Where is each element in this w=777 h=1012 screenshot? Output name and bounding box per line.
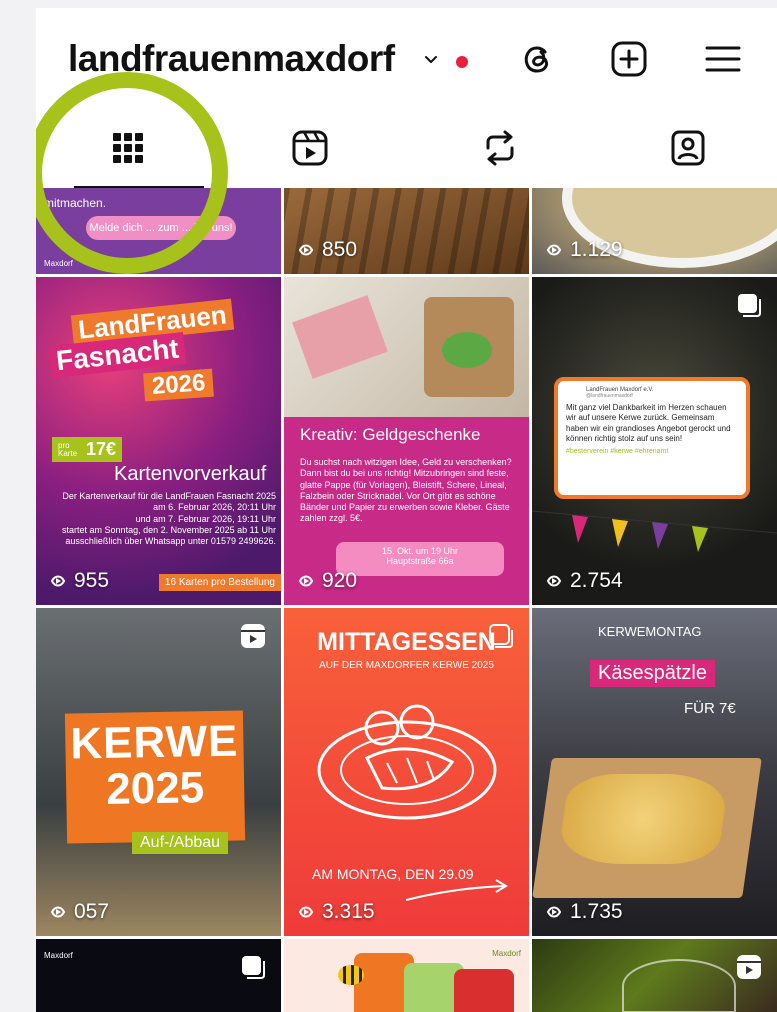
shirt-red [454, 969, 514, 1012]
post-tile[interactable]: 1.129 [532, 188, 777, 274]
repost-icon[interactable] [480, 128, 520, 168]
frog-figure [442, 332, 492, 368]
event-pill: 15. Okt. um 19 Uhr Hauptstraße 66a [336, 542, 504, 576]
view-count: 1.735 [544, 900, 623, 924]
tagged-icon[interactable] [668, 128, 708, 168]
watermark: Maxdorf [44, 259, 73, 268]
watermark: Maxdorf [44, 951, 73, 960]
arrow-graphic [405, 879, 508, 901]
menu-icon[interactable] [702, 38, 744, 80]
post-tile[interactable]: Maxdorf [284, 939, 529, 1012]
watermark: Maxdorf [492, 949, 521, 958]
wine-glass [622, 959, 736, 1012]
post-tile[interactable]: KERWEMONTAG Käsespätzle FÜR 7€ 1.735 [532, 608, 777, 936]
plate-illustration [317, 704, 497, 820]
bee-sticker [338, 965, 364, 985]
folded-paper [292, 295, 388, 379]
post-tile[interactable]: Kreativ: Geldgeschenke Du suchst nach wi… [284, 277, 529, 605]
view-count: 057 [48, 900, 109, 924]
post-tile[interactable]: KERWE 2025 Auf-/Abbau 057 [36, 608, 281, 936]
reels-icon[interactable] [290, 128, 330, 168]
post-tile[interactable]: LandFrauen Maxdorf e.V. @landfrauenmaxdo… [532, 277, 777, 605]
post-headline: Kreativ: Geldgeschenke [300, 425, 481, 444]
reel-play-icon [546, 575, 562, 587]
carousel-icon [242, 956, 265, 979]
post-subtitle: AUF DER MAXDORFER KERWE 2025 [319, 660, 494, 671]
subtitle-bar: Auf-/Abbau [132, 832, 229, 854]
post-tile[interactable] [532, 939, 777, 1012]
view-count: 920 [296, 569, 357, 593]
reel-play-icon [298, 906, 314, 918]
view-count: 3.315 [296, 900, 375, 924]
food-tray [532, 758, 762, 898]
chevron-down-icon[interactable] [423, 52, 439, 68]
reel-play-icon [298, 575, 314, 587]
post-tile[interactable]: LandFrauen Fasnacht 2026 pro Karte 17€ K… [36, 277, 281, 605]
post-body: Du suchst nach witzigen Idee, Geld zu ve… [300, 457, 512, 524]
threads-icon[interactable] [516, 38, 558, 80]
view-count: 955 [48, 569, 109, 593]
post-tag: KERWEMONTAG [598, 624, 702, 639]
post-price: FÜR 7€ [684, 700, 736, 717]
reels-icon [737, 955, 761, 979]
post-tile[interactable]: Maxdorf [36, 939, 281, 1012]
ribbon: 16 Karten pro Bestellung [158, 574, 281, 591]
carousel-icon [738, 294, 761, 317]
reel-play-icon [546, 244, 562, 256]
reel-play-icon [546, 906, 562, 918]
reel-play-icon [298, 244, 314, 256]
price-tag: pro Karte 17€ [52, 437, 123, 462]
reel-play-icon [50, 906, 66, 918]
post-title: MITTAGESSEN [317, 628, 496, 656]
quote-card: LandFrauen Maxdorf e.V. @landfrauenmaxdo… [554, 377, 750, 499]
title-card: KERWE 2025 [64, 710, 246, 844]
reels-icon [241, 624, 265, 648]
notification-dot [456, 56, 468, 68]
post-body: Der Kartenverkauf für die LandFrauen Fas… [62, 491, 276, 546]
view-count: 2.754 [544, 569, 623, 593]
post-photo [284, 277, 529, 417]
post-tile[interactable]: MITTAGESSEN AUF DER MAXDORFER KERWE 2025… [284, 608, 529, 936]
bunting [532, 503, 777, 552]
posts-grid: mitmachen. Melde dich ... zum ... bei un… [36, 188, 777, 1012]
post-tile[interactable]: 850 [284, 188, 529, 274]
spaetzle [556, 774, 730, 864]
add-icon[interactable] [608, 38, 650, 80]
post-dish: Käsespätzle [590, 660, 715, 687]
profile-screen: landfrauenmaxdorf mitmachen. Melde dich … [36, 8, 777, 1012]
post-year: 2026 [143, 368, 215, 402]
post-headline: Kartenvorverkauf [114, 463, 267, 485]
view-count: 1.129 [544, 238, 623, 262]
view-count: 850 [296, 238, 357, 262]
reel-play-icon [50, 575, 66, 587]
